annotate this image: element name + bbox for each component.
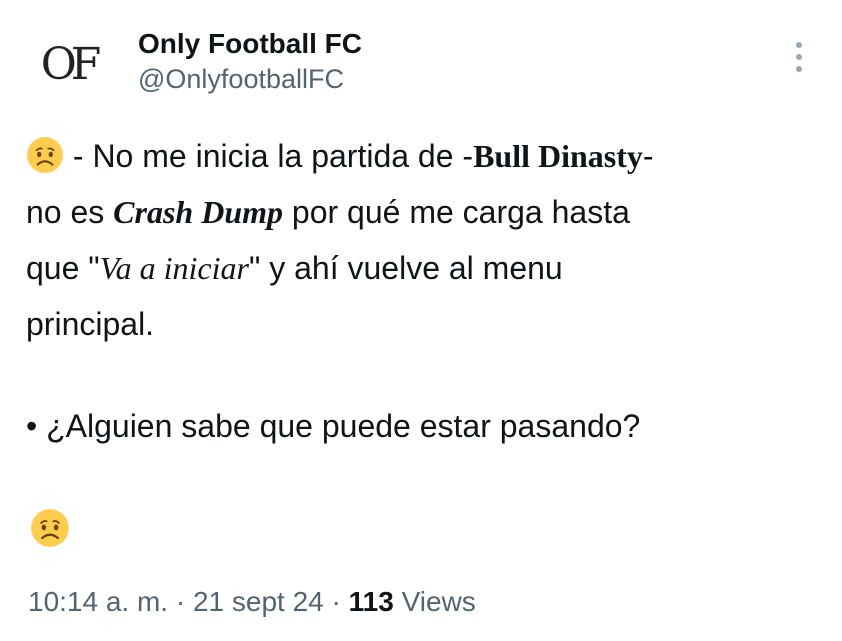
tweet-text-segment: - No me inicia la partida de - (64, 138, 474, 174)
more-vertical-icon[interactable] (790, 42, 808, 72)
views-label: Views (393, 586, 476, 617)
tweet-text-segment: - (642, 138, 654, 174)
worried-face-icon (30, 508, 70, 548)
meta-separator: · (168, 586, 193, 617)
game-name-bull-dinasty: Bull Dinasty (473, 138, 643, 174)
tweet-line-2: no es Crash Dump por qué me carga hasta (26, 184, 826, 240)
tweet-header: OF Only Football FC @OnlyfootballFC (0, 0, 842, 110)
views-count[interactable]: 113 (349, 586, 394, 617)
tweet-meta: 10:14 a. m. · 21 sept 24 · 113 Views (28, 584, 476, 620)
tweet-text-segment: por qué me carga hasta (283, 194, 630, 230)
va-a-iniciar-text: Va a iniciar (99, 250, 249, 286)
tweet-emoji-line (30, 508, 70, 548)
avatar[interactable]: OF (24, 32, 112, 96)
display-name[interactable]: Only Football FC (138, 26, 362, 62)
user-info: Only Football FC @OnlyfootballFC (138, 26, 362, 96)
tweet: OF Only Football FC @OnlyfootballFC - No… (0, 0, 842, 641)
tweet-line-3: que "Va a iniciar" y ahí vuelve al menu (26, 240, 826, 296)
tweet-text-segment: no es (26, 194, 114, 230)
tweet-text: - No me inicia la partida de -Bull Dinas… (26, 128, 826, 454)
user-handle[interactable]: @OnlyfootballFC (138, 62, 362, 96)
tweet-question: • ¿Alguien sabe que puede estar pasando? (26, 408, 641, 444)
tweet-line-4: principal. (26, 306, 155, 342)
meta-separator: · (323, 586, 349, 617)
tweet-line-1: - No me inicia la partida de -Bull Dinas… (26, 128, 826, 184)
tweet-text-segment: " y ahí vuelve al menu (248, 250, 563, 286)
tweet-text-segment: que " (26, 250, 100, 286)
post-time[interactable]: 10:14 a. m. (28, 586, 168, 617)
crash-dump-text: Crash Dump (113, 194, 284, 230)
worried-face-icon (26, 136, 64, 174)
post-date[interactable]: 21 sept 24 (193, 586, 324, 617)
